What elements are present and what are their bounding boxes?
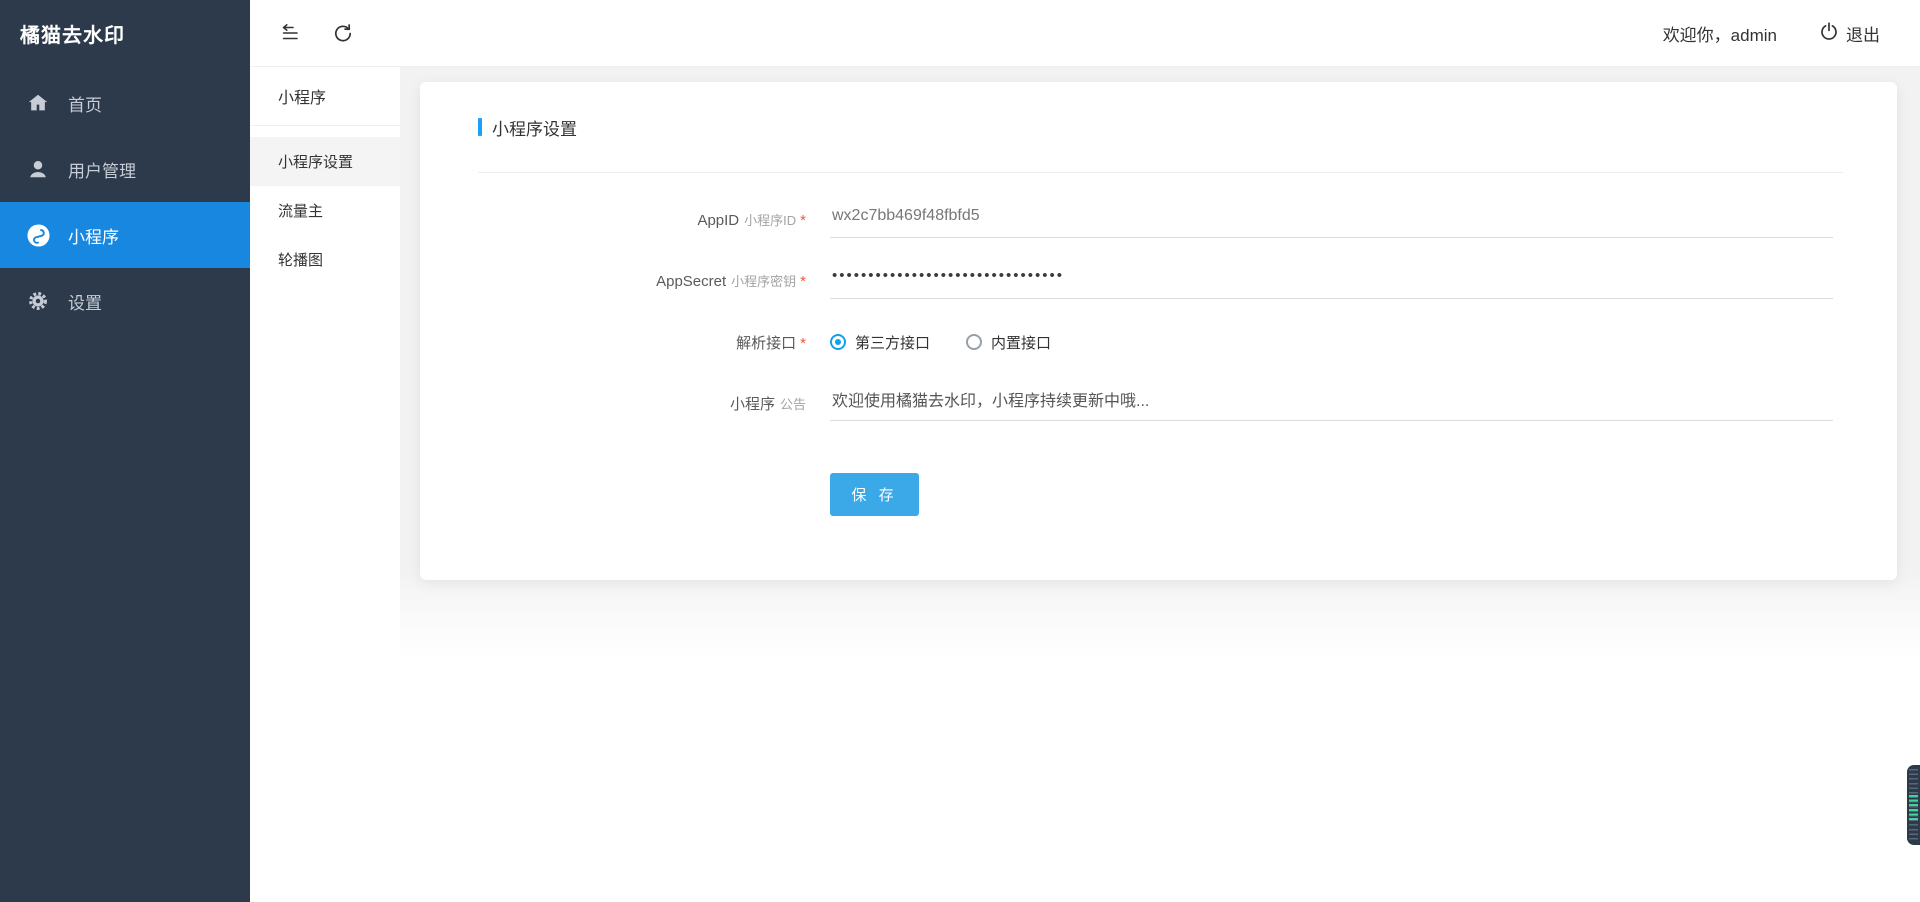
- title-accent-bar: [478, 118, 482, 136]
- radio-third-party-api[interactable]: 第三方接口: [830, 332, 930, 353]
- page-title: 小程序设置: [492, 115, 577, 140]
- power-icon: [1819, 21, 1839, 46]
- submenu-item-label: 轮播图: [278, 249, 323, 270]
- sidebar-item-label: 首页: [68, 91, 102, 116]
- edge-handle-widget[interactable]: [1907, 765, 1920, 845]
- notice-input[interactable]: [830, 386, 1833, 421]
- submenu: 小程序 小程序设置 流量主 轮播图: [250, 67, 400, 902]
- appid-label: AppID小程序ID*: [478, 210, 806, 230]
- main-content: 小程序设置 AppID小程序ID*: [400, 67, 1920, 902]
- form-row-appid: AppID小程序ID*: [478, 200, 1843, 240]
- save-button[interactable]: 保 存: [830, 473, 919, 516]
- content-row: 小程序 小程序设置 流量主 轮播图: [250, 67, 1920, 902]
- topbar: 欢迎你，admin 退出: [250, 0, 1920, 67]
- collapse-sidebar-icon[interactable]: [278, 21, 302, 45]
- sidebar-nav: 首页 用户管理 小程序 设置: [0, 67, 250, 334]
- sidebar-item-home[interactable]: 首页: [0, 70, 250, 136]
- submenu-list: 小程序设置 流量主 轮播图: [250, 126, 400, 284]
- required-asterisk: *: [800, 212, 806, 229]
- radio-selected-icon: [830, 334, 846, 350]
- submenu-item-carousel[interactable]: 轮播图: [250, 235, 400, 284]
- radio-unselected-icon: [966, 334, 982, 350]
- app-window: 橘猫去水印 首页 用户管理 小程序: [0, 0, 1920, 902]
- submenu-item-traffic[interactable]: 流量主: [250, 186, 400, 235]
- appsecret-input[interactable]: [830, 263, 1833, 299]
- topbar-right: 欢迎你，admin 退出: [1663, 21, 1880, 46]
- radio-builtin-api[interactable]: 内置接口: [966, 332, 1051, 353]
- sidebar-item-miniprogram[interactable]: 小程序: [0, 202, 250, 268]
- card-title-row: 小程序设置: [478, 82, 1843, 173]
- logout-label: 退出: [1846, 21, 1880, 46]
- sidebar-item-users[interactable]: 用户管理: [0, 136, 250, 202]
- gear-icon: [25, 288, 51, 314]
- form-row-appsecret: AppSecret小程序密钥*: [478, 261, 1843, 301]
- miniprogram-settings-form: AppID小程序ID* AppSecret小程序密钥*: [478, 173, 1843, 516]
- app-logo: 橘猫去水印: [0, 0, 250, 67]
- appid-input[interactable]: [830, 203, 1833, 238]
- radio-label: 第三方接口: [855, 332, 930, 353]
- required-asterisk: *: [800, 335, 806, 352]
- notice-label: 小程序公告: [478, 393, 806, 414]
- form-row-notice: 小程序公告: [478, 383, 1843, 423]
- submenu-item-miniprogram-settings[interactable]: 小程序设置: [250, 137, 400, 186]
- sidebar-item-label: 小程序: [68, 223, 119, 248]
- sidebar-item-label: 设置: [68, 289, 102, 314]
- user-icon: [25, 156, 51, 182]
- radio-label: 内置接口: [991, 332, 1051, 353]
- required-asterisk: *: [800, 273, 806, 290]
- logout-button[interactable]: 退出: [1819, 21, 1880, 46]
- parse-api-label: 解析接口*: [478, 332, 806, 353]
- settings-card: 小程序设置 AppID小程序ID*: [420, 82, 1897, 580]
- sidebar-item-settings[interactable]: 设置: [0, 268, 250, 334]
- miniprogram-icon: [25, 222, 51, 248]
- parse-api-radio-group: 第三方接口 内置接口: [830, 332, 1833, 353]
- edge-handle-green-stripes: [1909, 795, 1918, 820]
- appsecret-label: AppSecret小程序密钥*: [478, 271, 806, 291]
- submenu-header: 小程序: [250, 67, 400, 126]
- submenu-item-label: 流量主: [278, 200, 323, 221]
- refresh-icon[interactable]: [330, 21, 354, 45]
- submenu-item-label: 小程序设置: [278, 151, 353, 172]
- welcome-text: 欢迎你，admin: [1663, 21, 1777, 46]
- main-region: 欢迎你，admin 退出 小程序 小程序设置 流量主: [250, 0, 1920, 902]
- form-row-parse-api: 解析接口* 第三方接口: [478, 322, 1843, 362]
- home-icon: [25, 90, 51, 116]
- sidebar-item-label: 用户管理: [68, 157, 136, 182]
- sidebar: 橘猫去水印 首页 用户管理 小程序: [0, 0, 250, 902]
